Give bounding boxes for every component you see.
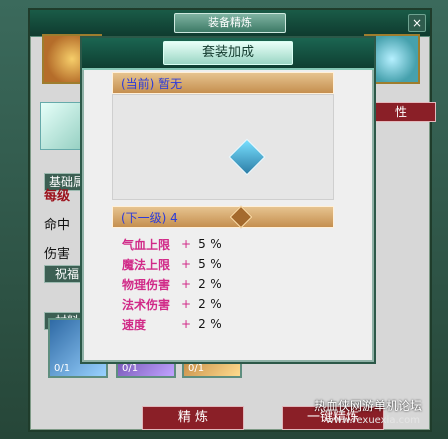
material-qty-2: 0/1 xyxy=(122,363,139,374)
stat-value: 5 xyxy=(198,237,206,251)
watermark-text: 热血侠网游单机论坛 xyxy=(313,399,422,413)
window-title-bar: 装备精炼 × xyxy=(30,10,430,37)
next-level-text: (下一级) 4 xyxy=(121,211,178,225)
stat-percent: % xyxy=(210,277,222,291)
stat-name: 魔法上限 xyxy=(122,257,171,272)
stat-row: 速度 + 2 % xyxy=(122,314,322,334)
material-qty-3: 0/1 xyxy=(188,363,205,374)
dialog-header: 套装加成 xyxy=(82,38,374,70)
stat-row: 物理伤害 + 2 % xyxy=(122,274,322,294)
stat-value: 2 xyxy=(198,317,206,331)
watermark-url: www.rexuexia.com xyxy=(325,415,420,426)
stat-plus: + xyxy=(180,317,192,331)
next-level-stats: 气血上限 + 5 % 魔法上限 + 5 % 物理伤害 + 2 % 法术伤害 + … xyxy=(122,234,322,334)
current-level-content xyxy=(112,94,334,200)
window-title: 装备精炼 xyxy=(174,13,286,33)
current-level-bar: (当前) 暂无 xyxy=(112,72,334,94)
dialog-title: 套装加成 xyxy=(163,41,293,65)
stat-plus: + xyxy=(180,257,192,271)
next-level-bar: (下一级) 4 xyxy=(112,205,334,229)
stat-plus: + xyxy=(180,277,192,291)
set-bonus-dialog: 套装加成 (当前) 暂无 (下一级) 4 气血上限 + 5 % 魔法上限 + 5… xyxy=(80,36,376,364)
stat-percent: % xyxy=(210,317,222,331)
stat-name: 法术伤害 xyxy=(122,297,171,312)
tag-icon xyxy=(229,205,253,229)
stat-row: 魔法上限 + 5 % xyxy=(122,254,322,274)
stat-percent: % xyxy=(210,237,222,251)
stat-percent: % xyxy=(210,257,222,271)
stat-row: 气血上限 + 5 % xyxy=(122,234,322,254)
stat-value: 2 xyxy=(198,297,206,311)
stat-plus: + xyxy=(180,297,192,311)
stat-row: 法术伤害 + 2 % xyxy=(122,294,322,314)
stat-name: 气血上限 xyxy=(122,237,171,252)
stat-name: 速度 xyxy=(122,317,147,332)
close-button[interactable]: × xyxy=(408,14,426,32)
stat-value: 2 xyxy=(198,277,206,291)
refine-button[interactable]: 精 炼 xyxy=(142,406,244,430)
attribute-pill: 性 xyxy=(366,102,436,122)
stat-plus: + xyxy=(180,237,192,251)
stat-value: 5 xyxy=(198,257,206,271)
current-level-text: (当前) 暂无 xyxy=(121,77,183,91)
stat-percent: % xyxy=(210,297,222,311)
stat-name: 物理伤害 xyxy=(122,277,171,292)
material-qty-1: 0/1 xyxy=(54,363,71,374)
